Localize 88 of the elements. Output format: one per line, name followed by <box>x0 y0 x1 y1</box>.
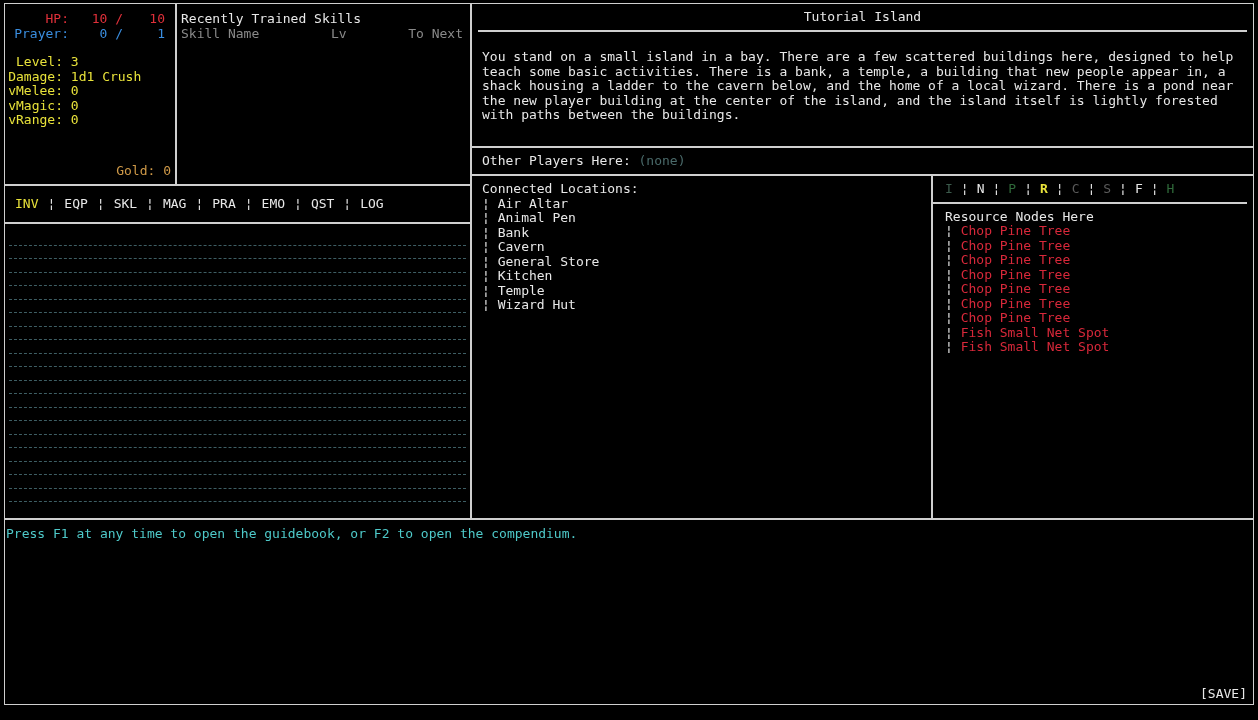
list-marker: ¦ <box>945 296 953 311</box>
resource-node[interactable]: Chop Pine Tree <box>952 296 1071 311</box>
list-marker: ¦ <box>482 225 490 240</box>
filter-separator: ¦ <box>1024 182 1032 197</box>
filter-separator: ¦ <box>1055 182 1064 197</box>
filter-separator: ¦ <box>1150 182 1159 197</box>
list-marker: ¦ <box>482 269 490 284</box>
location-description: You stand on a small island in a bay. There are a few scattered buildings here, designed to help teach some basic activities. There is a bank, a temple, a building that new people appear in, a shack housing a ladder to the cavern below, and the home of a local wizard. There is a pond near the new player building at the center of the island, and the island itself is lightly forested with paths between the buildings. <box>472 32 1253 148</box>
stat-label: Level: <box>15 55 63 70</box>
list-marker: ¦ <box>945 311 953 326</box>
list-marker: ¦ <box>482 240 490 255</box>
stat-label: vMagic: <box>7 98 63 113</box>
hp-max: 10 <box>148 12 165 27</box>
tab[interactable]: INV <box>15 196 39 212</box>
tab-separator: ¦ <box>195 196 204 212</box>
location-link[interactable]: General Store <box>489 254 600 269</box>
tab-separator: ¦ <box>244 196 253 212</box>
list-marker: ¦ <box>482 254 490 269</box>
location-link[interactable]: Air Altar <box>489 196 569 211</box>
currency-value: 0 <box>163 163 171 178</box>
tab-separator: ¦ <box>343 196 352 212</box>
resource-node[interactable]: Chop Pine Tree <box>952 282 1071 297</box>
players-value: (none) <box>638 153 686 169</box>
resource-node[interactable]: Chop Pine Tree <box>952 267 1071 282</box>
resource-node[interactable]: Chop Pine Tree <box>952 253 1071 268</box>
location-link[interactable]: Bank <box>489 225 529 240</box>
location-link[interactable]: Temple <box>489 283 545 298</box>
tab[interactable]: EMO <box>261 196 286 212</box>
stat-label: vRange: <box>7 113 63 128</box>
filter-separator: ¦ <box>1119 182 1127 197</box>
resource-node[interactable]: Chop Pine Tree <box>952 238 1071 253</box>
resource-node[interactable]: Fish Small Net Spot <box>952 325 1110 340</box>
filter-tab[interactable]: F <box>1134 182 1143 197</box>
tab-separator: ¦ <box>47 196 56 212</box>
tab[interactable]: PRA <box>212 196 236 212</box>
stat-value: 0 <box>69 84 79 99</box>
location-link[interactable]: Wizard Hut <box>489 298 576 313</box>
hp-label: HP: <box>44 12 69 27</box>
column-header: Lv <box>331 26 348 41</box>
list-marker: ¦ <box>945 253 953 268</box>
list-marker: ¦ <box>945 325 953 340</box>
column-header: Skill Name <box>181 26 261 41</box>
location-link[interactable]: Kitchen <box>489 269 553 284</box>
list-marker: ¦ <box>945 238 953 253</box>
tab[interactable]: EQP <box>64 196 88 212</box>
log-message: Press F1 at any time to open the guidebook, or F2 to open the compendium. <box>6 527 579 542</box>
list-marker: ¦ <box>945 282 953 297</box>
players-label: Other Players Here: <box>482 153 632 169</box>
stat-label: Damage: <box>7 69 63 84</box>
stat-label: vMelee: <box>7 84 63 99</box>
tab[interactable]: MAG <box>162 196 187 212</box>
list-marker: ¦ <box>945 224 953 239</box>
stat-value: 1d1 Crush <box>69 69 142 84</box>
list-marker: ¦ <box>945 267 953 282</box>
stat-value: 0 <box>69 113 79 128</box>
prayer-max: 1 <box>156 26 165 41</box>
resource-node[interactable]: Chop Pine Tree <box>952 224 1071 239</box>
tab[interactable]: SKL <box>113 196 138 212</box>
hp-current: 10 / <box>90 12 123 27</box>
resource-node[interactable]: Fish Small Net Spot <box>952 340 1110 355</box>
resources-title: Resource Nodes Here <box>945 209 1095 224</box>
tab-separator: ¦ <box>294 196 302 212</box>
list-marker: ¦ <box>945 340 953 355</box>
stat-value: 3 <box>69 55 79 70</box>
skills-title: Recently Trained Skills <box>181 11 361 26</box>
list-marker: ¦ <box>482 211 490 226</box>
stat-value: 0 <box>69 98 79 113</box>
tab[interactable]: QST <box>310 196 335 212</box>
location-link[interactable]: Animal Pen <box>489 211 576 226</box>
tab-separator: ¦ <box>146 196 154 212</box>
filter-separator: ¦ <box>960 182 969 197</box>
location-link[interactable]: Cavern <box>489 240 545 255</box>
connections-title: Connected Locations: <box>482 182 640 197</box>
tab-separator: ¦ <box>96 196 105 212</box>
resource-node[interactable]: Chop Pine Tree <box>952 311 1071 326</box>
filter-separator: ¦ <box>1087 182 1096 197</box>
filter-separator: ¦ <box>992 182 1001 197</box>
currency-label: Gold: <box>116 163 157 178</box>
list-marker: ¦ <box>482 196 490 211</box>
filter-tab[interactable]: R <box>1039 182 1048 197</box>
list-marker: ¦ <box>482 298 490 313</box>
tab[interactable]: LOG <box>360 196 384 212</box>
list-marker: ¦ <box>482 283 490 298</box>
column-header: To Next <box>407 26 463 41</box>
location-title: Tutorial Island <box>803 9 922 25</box>
filter-tab[interactable]: N <box>976 182 985 197</box>
prayer-label: Prayer: <box>13 26 69 41</box>
prayer-current: 0 / <box>98 26 123 41</box>
